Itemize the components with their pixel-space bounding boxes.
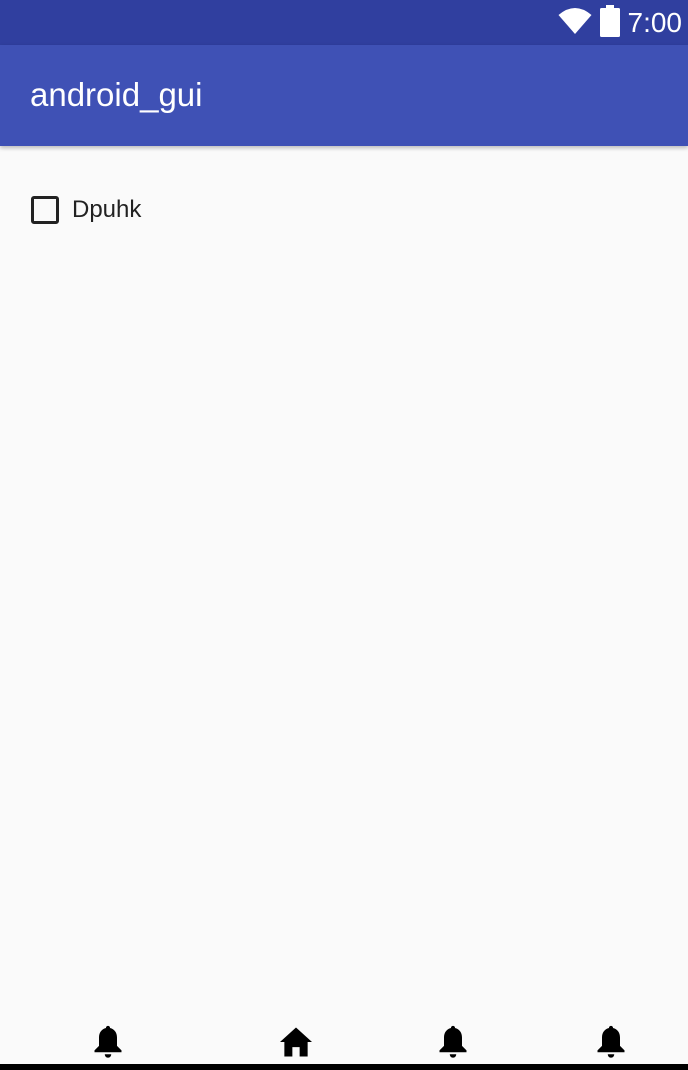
bell-icon (595, 1024, 627, 1065)
checkbox-box[interactable] (31, 196, 59, 224)
status-time: 7:00 (627, 7, 683, 38)
home-icon (278, 1026, 314, 1063)
status-bar: 7:00 (0, 0, 688, 45)
checkbox-label: Dpuhk (72, 196, 142, 223)
nav-item-home[interactable] (276, 1024, 316, 1064)
bottom-navigation (0, 1018, 688, 1066)
wifi-icon (558, 7, 592, 40)
nav-item-notifications-2[interactable] (433, 1024, 473, 1064)
app-title: android_gui (30, 76, 203, 113)
battery-icon (599, 4, 620, 42)
bottom-divider (0, 1064, 688, 1070)
app-bar: android_gui (0, 45, 688, 146)
nav-item-notifications-1[interactable] (88, 1024, 128, 1064)
dpuhk-checkbox[interactable]: Dpuhk (26, 188, 141, 232)
nav-item-notifications-3[interactable] (591, 1024, 631, 1064)
status-icons: 7:00 (558, 4, 683, 42)
bell-icon (437, 1024, 469, 1065)
bell-icon (92, 1024, 124, 1065)
